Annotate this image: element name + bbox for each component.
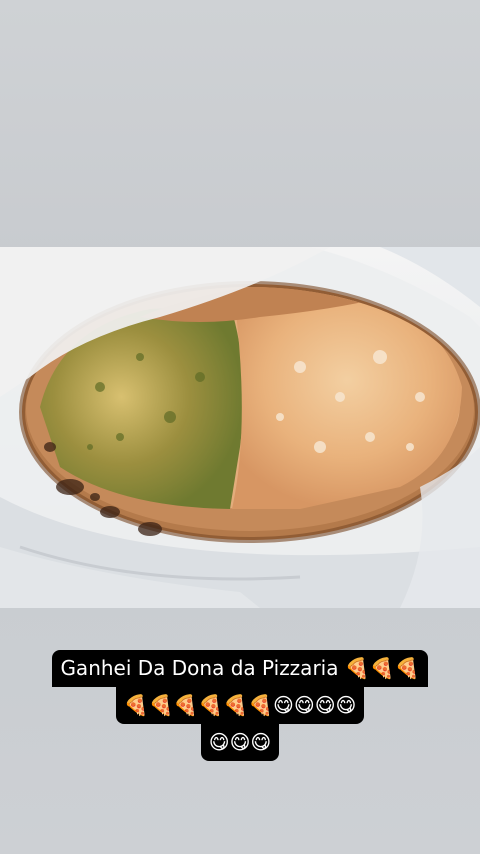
- story-caption: Ganhei Da Dona da Pizzaria 🍕🍕🍕 🍕🍕🍕🍕🍕🍕😋😋😋…: [0, 650, 480, 761]
- caption-line-2: 🍕🍕🍕🍕🍕🍕😋😋😋😋: [115, 687, 365, 724]
- pizza-illustration: [0, 247, 480, 608]
- caption-line-3: 😋😋😋: [200, 724, 280, 761]
- story-frame: Ganhei Da Dona da Pizzaria 🍕🍕🍕 🍕🍕🍕🍕🍕🍕😋😋😋…: [0, 0, 480, 854]
- caption-line-1: Ganhei Da Dona da Pizzaria 🍕🍕🍕: [52, 650, 428, 687]
- pizza-photo: [0, 247, 480, 608]
